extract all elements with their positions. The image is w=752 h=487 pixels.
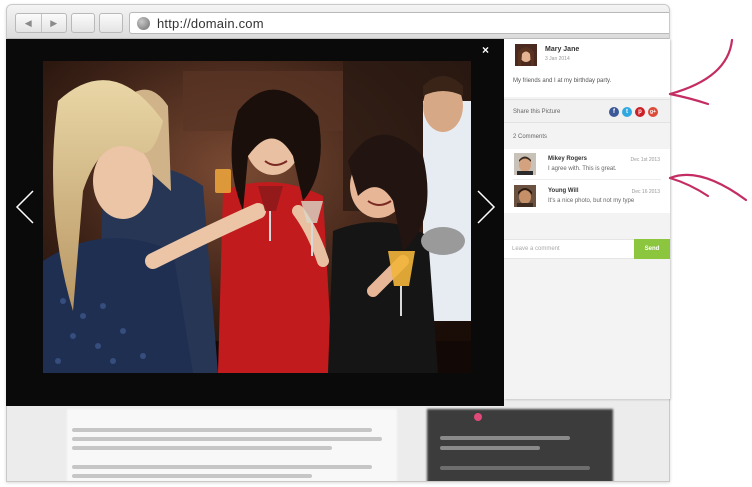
globe-icon — [137, 17, 150, 30]
browser-button[interactable] — [99, 13, 123, 33]
url-text: http://domain.com — [157, 16, 264, 31]
avatar — [515, 44, 537, 66]
comment-text: It's a nice photo, but not my type — [548, 198, 635, 204]
avatar — [514, 185, 536, 207]
share-bar: Share this Picture f t p g+ — [504, 99, 670, 123]
comment-form: Send — [504, 239, 670, 259]
browser-button[interactable] — [71, 13, 95, 33]
back-arrow-icon[interactable]: ◀ — [16, 14, 41, 32]
facebook-icon[interactable]: f — [609, 107, 619, 117]
author-name[interactable]: Mary Jane — [545, 46, 579, 53]
google-plus-icon[interactable]: g+ — [648, 107, 658, 117]
lightbox-overlay: × — [6, 39, 504, 406]
address-bar[interactable]: http://domain.com — [129, 12, 669, 34]
annotation-arrows — [668, 38, 748, 202]
post-date: 3 Jan 2014 — [545, 56, 570, 62]
avatar — [514, 153, 536, 175]
post-header: Mary Jane 3 Jan 2014 My friends and I at… — [504, 39, 670, 97]
party-photo — [43, 61, 471, 373]
nav-buttons: ◀ ▶ — [15, 13, 67, 33]
share-label: Share this Picture — [513, 109, 561, 115]
forward-arrow-icon[interactable]: ▶ — [40, 14, 67, 32]
send-button[interactable]: Send — [634, 239, 670, 259]
comments-panel: Mary Jane 3 Jan 2014 My friends and I at… — [504, 39, 670, 399]
browser-toolbar: ◀ ▶ http://domain.com — [7, 5, 669, 39]
commenter-name[interactable]: Young Will — [548, 188, 579, 194]
divider — [513, 179, 661, 180]
comment-list: Mikey Rogers Dec 1st 2013 I agree with. … — [504, 149, 670, 213]
pinterest-icon[interactable]: p — [635, 107, 645, 117]
photo-illustration — [43, 61, 471, 373]
comment-count: 2 Comments — [513, 134, 548, 140]
comment-date: Dec 1st 2013 — [630, 157, 660, 163]
chevron-right-icon[interactable] — [476, 189, 496, 225]
comment-input[interactable] — [504, 240, 634, 258]
comment-date: Dec 16 2013 — [631, 189, 660, 195]
chevron-left-icon[interactable] — [15, 189, 35, 225]
page: ◀ ▶ http://domain.com × Mary Jane 3 Jan … — [0, 0, 752, 487]
comment-text: I agree with. This is great. — [548, 166, 617, 172]
commenter-name[interactable]: Mikey Rogers — [548, 156, 587, 162]
twitter-icon[interactable]: t — [622, 107, 632, 117]
post-caption: My friends and I at my birthday party. — [513, 78, 612, 84]
close-icon[interactable]: × — [482, 43, 489, 57]
